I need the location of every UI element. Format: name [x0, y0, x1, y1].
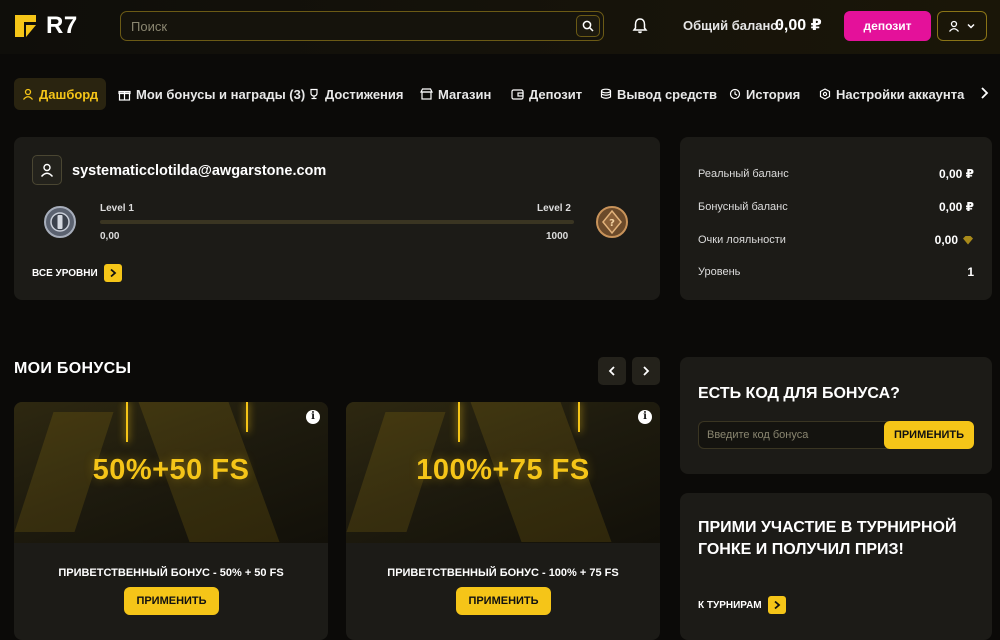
balance-stats-panel: Реальный баланс 0,00 ₽ Бонусный баланс 0…: [680, 137, 992, 300]
all-levels-link[interactable]: ВСЕ УРОВНИ: [32, 264, 122, 282]
search-button[interactable]: [576, 15, 600, 37]
arrow-right-icon: [103, 264, 122, 282]
next-level-label: Level 2: [537, 203, 571, 214]
user-icon: [948, 20, 960, 32]
level-progress-bar: [100, 220, 574, 224]
tab-deposit[interactable]: Депозит: [511, 78, 582, 110]
tab-achievements[interactable]: Достижения: [308, 78, 403, 110]
total-balance-label: Общий баланс:: [683, 18, 782, 33]
total-balance-value: 0,00 ₽: [775, 17, 822, 34]
bonus-card-art: 50%+50 FS i: [14, 402, 328, 543]
wallet-icon: [511, 89, 524, 100]
tab-store[interactable]: Магазин: [420, 78, 491, 110]
info-icon[interactable]: i: [638, 410, 652, 424]
tab-withdrawal[interactable]: Вывод средств: [600, 78, 717, 110]
coins-icon: [600, 88, 612, 99]
apply-bonus-button[interactable]: ПРИМЕНИТЬ: [456, 587, 551, 615]
history-icon: [729, 88, 741, 100]
user-icon: [40, 163, 54, 177]
tournaments-link[interactable]: К ТУРНИРАМ: [698, 596, 786, 614]
stat-value: 1: [967, 265, 974, 279]
stat-value: 0,00: [934, 233, 958, 247]
bonuses-prev-button[interactable]: [598, 357, 626, 385]
all-levels-label: ВСЕ УРОВНИ: [32, 267, 98, 279]
chevron-left-icon: [608, 366, 615, 376]
tournament-title: ПРИМИ УЧАСТИЕ В ТУРНИРНОЙ ГОНКЕ И ПОЛУЧИ…: [698, 519, 957, 558]
trophy-icon: [310, 88, 318, 100]
logo-text: R7: [46, 12, 78, 39]
current-level-label: Level 1: [100, 203, 134, 214]
current-points: 0,00: [100, 231, 120, 242]
chevron-right-icon: [643, 366, 650, 376]
bonuses-next-button[interactable]: [632, 357, 660, 385]
top-header: R7 Общий баланс: 0,00 ₽ депозит: [0, 0, 1000, 54]
tab-label: История: [746, 86, 801, 102]
profile-panel: systematicclotilda@awgarstone.com Level …: [14, 137, 660, 300]
stat-value: 0,00 ₽: [938, 200, 974, 214]
tab-label: Дашборд: [39, 86, 99, 102]
user-email: systematicclotilda@awgarstone.com: [72, 163, 327, 179]
stat-label: Очки лояльности: [698, 234, 786, 246]
tab-dashboard[interactable]: Дашборд: [14, 78, 107, 110]
promo-code-panel: ЕСТЬ КОД ДЛЯ БОНУСА? ПРИМЕНИТЬ: [680, 357, 992, 474]
gift-icon: [118, 90, 131, 101]
stat-real-balance: Реальный баланс 0,00 ₽: [698, 167, 974, 181]
stat-label: Бонусный баланс: [698, 201, 788, 213]
bonus-card-art: 100%+75 FS i: [346, 402, 660, 543]
search-icon: [582, 20, 594, 32]
stat-level: Уровень 1: [698, 265, 974, 279]
user-menu-button[interactable]: [937, 11, 987, 41]
bonus-card: 50%+50 FS i ПРИВЕТСТВЕННЫЙ БОНУС - 50% +…: [14, 402, 328, 640]
account-tabs: Дашборд Мои бонусы и награды (3) Достиже…: [0, 78, 1000, 112]
tab-account-settings[interactable]: Настройки аккаунта: [819, 78, 964, 110]
promo-title: ЕСТЬ КОД ДЛЯ БОНУСА?: [698, 385, 900, 402]
tab-history[interactable]: История: [729, 78, 800, 110]
stat-value-wrap: 0,00: [935, 233, 974, 247]
search-input[interactable]: [131, 18, 571, 34]
tab-label: Настройки аккаунта: [836, 86, 965, 102]
arrow-right-icon: [767, 596, 786, 614]
tab-label: Мои бонусы и награды (3): [136, 86, 306, 102]
stat-label: Реальный баланс: [698, 168, 789, 180]
tab-label: Вывод средств: [617, 86, 718, 102]
stat-label: Уровень: [698, 266, 741, 278]
settings-icon: [819, 88, 831, 100]
my-bonuses-title: МОИ БОНУСЫ: [14, 360, 132, 377]
stat-bonus-balance: Бонусный баланс 0,00 ₽: [698, 200, 974, 214]
chevron-down-icon: [967, 23, 975, 29]
apply-bonus-button[interactable]: ПРИМЕНИТЬ: [124, 587, 219, 615]
tab-label: Магазин: [438, 86, 492, 102]
level-1-medal-icon: [44, 206, 76, 238]
search-bar: [120, 11, 604, 41]
store-icon: [420, 88, 433, 100]
bell-icon[interactable]: [630, 16, 650, 36]
promo-code-input[interactable]: [698, 421, 888, 449]
bonus-headline: 50%+50 FS: [92, 454, 250, 486]
bonus-name: ПРИВЕТСТВЕННЫЙ БОНУС - 50% + 50 FS: [58, 567, 284, 579]
tournaments-link-label: К ТУРНИРАМ: [698, 599, 762, 611]
bonus-card: 100%+75 FS i ПРИВЕТСТВЕННЫЙ БОНУС - 100%…: [346, 402, 660, 640]
svg-text:?: ?: [609, 218, 615, 229]
logo[interactable]: R7: [12, 12, 78, 40]
info-icon[interactable]: i: [306, 410, 320, 424]
user-icon: [22, 88, 34, 100]
bonus-headline: 100%+75 FS: [416, 454, 590, 486]
deposit-button[interactable]: депозит: [844, 11, 931, 41]
tab-label: Депозит: [529, 86, 583, 102]
avatar: [32, 155, 62, 185]
diamond-icon: [963, 236, 973, 245]
level-2-medal-icon: ?: [596, 206, 628, 238]
tournament-panel: ПРИМИ УЧАСТИЕ В ТУРНИРНОЙ ГОНКЕ И ПОЛУЧИ…: [680, 493, 992, 640]
stat-loyalty-points: Очки лояльности 0,00: [698, 233, 974, 247]
apply-promo-button[interactable]: ПРИМЕНИТЬ: [884, 421, 974, 449]
tab-label: Достижения: [325, 86, 404, 102]
bonus-name: ПРИВЕТСТВЕННЫЙ БОНУС - 100% + 75 FS: [387, 567, 619, 579]
tab-my-bonuses[interactable]: Мои бонусы и награды (3): [118, 78, 305, 110]
r7-logo-icon: [15, 15, 36, 37]
target-points: 1000: [546, 231, 569, 242]
chevron-right-icon[interactable]: [978, 86, 990, 100]
stat-value: 0,00 ₽: [938, 167, 974, 181]
